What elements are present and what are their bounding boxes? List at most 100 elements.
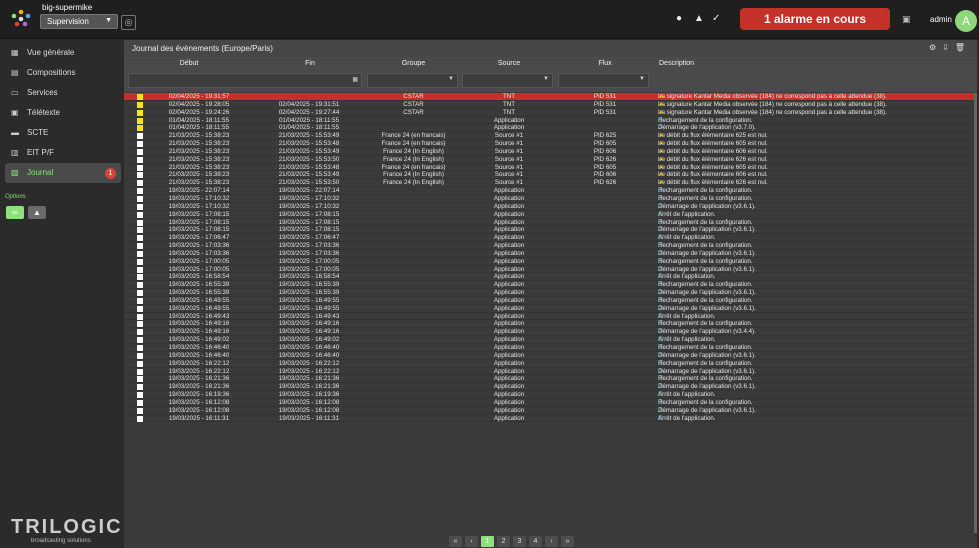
table-row[interactable]: 21/03/2025 - 15:38:23 21/03/2025 - 15:53:… [124, 179, 974, 188]
table-row[interactable]: 19/03/2025 - 16:55:39 19/03/2025 - 16:55:… [124, 281, 974, 290]
table-row[interactable]: 19/03/2025 - 17:10:32 19/03/2025 - 17:10:… [124, 203, 974, 211]
cell-source: Application [493, 218, 525, 226]
table-row[interactable]: 19/03/2025 - 17:00:05 19/03/2025 - 17:00:… [124, 258, 974, 266]
table-row[interactable]: 19/03/2025 - 16:12:08 19/03/2025 - 16:12:… [124, 407, 974, 415]
trash-icon[interactable]: 🗑 [955, 43, 971, 52]
cell-source: Application [493, 273, 525, 281]
warning-filter-icon[interactable]: ▲ [28, 206, 46, 219]
mode-select[interactable]: Supervision ▼ [40, 14, 118, 29]
col-header-description[interactable]: Description [653, 57, 977, 70]
sidebar-item-compositions[interactable]: ▤ Compositions [5, 63, 121, 83]
cell-description: ◎ Démarrage de l'application (v3.6.1). [655, 407, 975, 415]
table-row[interactable]: 19/03/2025 - 16:12:08 19/03/2025 - 16:12:… [124, 399, 974, 407]
eye-off-icon[interactable]: ◎ [121, 15, 136, 30]
table-row[interactable]: 21/03/2025 - 15:38:23 21/03/2025 - 15:53:… [124, 156, 974, 164]
cell-fin: 19/03/2025 - 16:49:55 [278, 296, 340, 304]
table-row[interactable]: 21/03/2025 - 15:38:23 21/03/2025 - 15:53:… [124, 140, 974, 148]
table-row[interactable]: 19/03/2025 - 17:08:15 19/03/2025 - 17:08:… [124, 211, 974, 219]
alarm-status-badge[interactable]: 1 alarme en cours [740, 8, 890, 30]
table-row[interactable]: 19/03/2025 - 17:03:36 19/03/2025 - 17:03:… [124, 242, 974, 250]
table-row[interactable]: 21/03/2025 - 15:38:23 21/03/2025 - 15:53:… [124, 132, 974, 141]
table-row[interactable]: 21/03/2025 - 15:38:23 21/03/2025 - 15:53:… [124, 171, 974, 180]
bell-icon[interactable]: ▲ [694, 13, 704, 24]
table-row[interactable]: 19/03/2025 - 16:49:43 19/03/2025 - 16:49:… [124, 313, 974, 321]
next-page-button[interactable]: › [545, 536, 558, 547]
last-page-button[interactable]: » [561, 536, 574, 547]
journal-panel: Journal des évènements (Europe/Paris) ⚙⇩… [124, 40, 977, 548]
page-button-2[interactable]: 2 [497, 536, 510, 547]
table-row[interactable]: 19/03/2025 - 17:06:47 19/03/2025 - 17:06:… [124, 234, 974, 243]
table-row[interactable]: 19/03/2025 - 17:00:05 19/03/2025 - 17:00:… [124, 266, 974, 274]
table-row[interactable]: 19/03/2025 - 17:08:15 19/03/2025 - 17:08:… [124, 219, 974, 227]
settings-icon[interactable]: ⚙ [929, 43, 942, 52]
sidebar-item-journal[interactable]: ▧ Journal 1 [5, 163, 121, 183]
export-icon[interactable]: ⇩ [942, 43, 955, 52]
sidebar-item-scte[interactable]: ▬ SCTE [5, 123, 121, 143]
prev-page-button[interactable]: ‹ [465, 536, 478, 547]
cell-fin: 19/03/2025 - 16:22:12 [278, 359, 340, 367]
chevron-down-icon: ▼ [105, 17, 112, 24]
page-button-3[interactable]: 3 [513, 536, 526, 547]
row-status-square [137, 290, 143, 297]
first-page-button[interactable]: « [449, 536, 462, 547]
table-row[interactable]: 19/03/2025 - 16:49:16 19/03/2025 - 16:49:… [124, 320, 974, 329]
info-icon: ◎ [658, 391, 664, 398]
table-row[interactable]: 19/03/2025 - 16:49:55 19/03/2025 - 16:49:… [124, 297, 974, 305]
table-row[interactable]: 19/03/2025 - 16:49:16 19/03/2025 - 16:49:… [124, 328, 974, 337]
table-row[interactable]: 19/03/2025 - 16:49:55 19/03/2025 - 16:49:… [124, 305, 974, 313]
avatar[interactable]: A [955, 10, 977, 32]
table-row[interactable]: 19/03/2025 - 16:58:54 19/03/2025 - 16:58:… [124, 273, 974, 282]
table-row[interactable]: 19/03/2025 - 16:11:31 19/03/2025 - 16:11:… [124, 415, 974, 423]
screen-icon[interactable]: ▣ [902, 14, 911, 25]
row-status-square [137, 195, 143, 202]
table-row[interactable]: 19/03/2025 - 17:08:15 19/03/2025 - 17:08:… [124, 226, 974, 235]
check-icon[interactable]: ✓ [712, 13, 720, 24]
sidebar-item-teletexte[interactable]: ▣ Télétexte [5, 103, 121, 123]
table-row[interactable]: 19/03/2025 - 17:10:32 19/03/2025 - 17:10:… [124, 195, 974, 203]
col-header-flux[interactable]: Flux [557, 57, 653, 70]
info-icon: ◎ [658, 194, 664, 201]
table-row[interactable]: 19/03/2025 - 16:22:12 19/03/2025 - 16:22:… [124, 368, 974, 376]
page-button-1[interactable]: 1 [481, 536, 494, 547]
description-text: Rechargement de la configuration. [658, 187, 753, 195]
col-header-fin[interactable]: Fin [254, 57, 366, 70]
infinity-toggle-icon[interactable]: ∞ [6, 206, 24, 219]
col-header-groupe[interactable]: Groupe [366, 57, 461, 70]
table-row[interactable]: 19/03/2025 - 16:55:39 19/03/2025 - 16:55:… [124, 289, 974, 297]
date-range-filter[interactable]: ▦ [128, 73, 362, 88]
table-row[interactable]: 21/03/2025 - 15:38:23 21/03/2025 - 15:53:… [124, 148, 974, 156]
table-row[interactable]: 01/04/2025 - 18:11:55 01/04/2025 - 18:11:… [124, 124, 974, 133]
source-filter-select[interactable]: ▼ [462, 73, 553, 88]
table-row[interactable]: 21/03/2025 - 15:38:23 21/03/2025 - 15:53:… [124, 164, 974, 172]
flux-filter-select[interactable]: ▼ [558, 73, 649, 88]
cell-debut: 19/03/2025 - 17:03:36 [168, 242, 230, 250]
sidebar-item-vue-generale[interactable]: ▦ Vue générale [5, 43, 121, 63]
sidebar-item-eit[interactable]: ▥ EIT P/F [5, 143, 121, 163]
page-button-4[interactable]: 4 [529, 536, 542, 547]
table-row[interactable]: 19/03/2025 - 16:22:12 19/03/2025 - 16:22:… [124, 360, 974, 368]
panel-tools: ⚙⇩🗑 [929, 43, 971, 52]
table-row[interactable]: 19/03/2025 - 22:07:14 19/03/2025 - 22:07:… [124, 187, 974, 195]
table-row[interactable]: 19/03/2025 - 16:21:36 19/03/2025 - 16:21:… [124, 383, 974, 392]
table-row[interactable]: 19/03/2025 - 17:03:36 19/03/2025 - 17:03:… [124, 250, 974, 258]
col-header-source[interactable]: Source [461, 57, 557, 70]
sidebar-item-services[interactable]: ▭ Services [5, 83, 121, 103]
table-row[interactable]: 19/03/2025 - 16:19:36 19/03/2025 - 16:19:… [124, 391, 974, 399]
table-row[interactable]: 02/04/2025 - 19:24:26 02/04/2025 - 19:27:… [124, 109, 974, 117]
table-row[interactable]: 19/03/2025 - 16:46:40 19/03/2025 - 16:46:… [124, 344, 974, 352]
calendar-icon[interactable]: ▦ [352, 76, 358, 83]
bulb-icon[interactable]: ● [676, 13, 682, 24]
table-row[interactable]: 02/04/2025 - 19:31:57 CSTAR TNT PID 531 ▲ La… [124, 93, 974, 101]
table-row[interactable]: 01/04/2025 - 18:11:55 01/04/2025 - 18:11:… [124, 117, 974, 125]
cell-source: Source #1 [494, 171, 524, 179]
table-row[interactable]: 19/03/2025 - 16:46:40 19/03/2025 - 16:46:… [124, 352, 974, 360]
group-filter-select[interactable]: ▼ [367, 73, 458, 88]
table-row[interactable]: 19/03/2025 - 16:21:36 19/03/2025 - 16:21:… [124, 375, 974, 384]
table-scrollbar[interactable] [974, 93, 977, 533]
table-row[interactable]: 19/03/2025 - 16:49:02 19/03/2025 - 16:49:… [124, 336, 974, 344]
user-name[interactable]: admin [930, 15, 952, 24]
cell-fin: 19/03/2025 - 16:58:54 [278, 273, 340, 281]
cell-fin: 01/04/2025 - 18:11:55 [278, 124, 340, 132]
table-row[interactable]: 02/04/2025 - 19:28:05 02/04/2025 - 19:31:… [124, 101, 974, 109]
col-header-debut[interactable]: Début [124, 57, 254, 70]
